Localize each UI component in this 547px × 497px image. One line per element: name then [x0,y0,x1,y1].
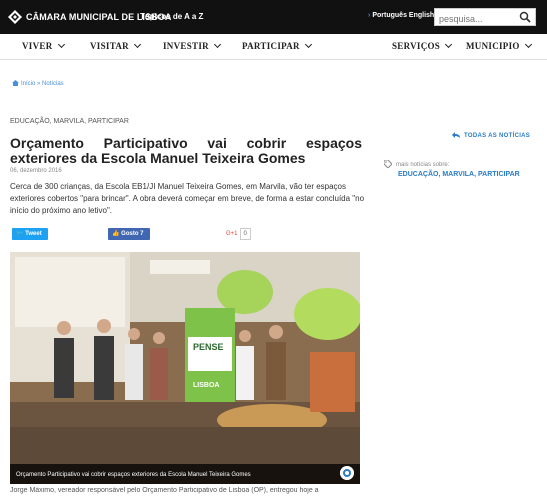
article-lead: Cerca de 300 crianças, da Escola EB1/JI … [10,182,365,215]
nav-item-visitar[interactable]: VISITAR [90,40,141,51]
photo-banner-sub: LISBOA [193,382,219,389]
search-box [434,8,536,27]
lisbon-logo-icon[interactable] [8,10,22,24]
photo-caption: Orçamento Participativo vai cobrir espaç… [16,472,251,478]
google-plus-button[interactable]: G+1 0 [226,228,251,240]
photo-banner-text: PENSE [193,342,224,352]
sidebar-categories-links[interactable]: EDUCAÇÃO, MARVILA, PARTICIPAR [398,171,520,178]
article-title: Orçamento Participativo vai cobrir espaç… [10,135,362,166]
chevron-down-icon [304,40,312,49]
more-news-label: mais notícias sobre: [384,160,449,168]
more-news-text: mais notícias sobre: [396,162,450,168]
nav-item-label: VIVER [22,41,53,51]
nav-item-participar[interactable]: PARTICIPAR [242,40,312,51]
search-input[interactable] [435,11,511,27]
nav-item-investir[interactable]: INVESTIR [163,40,221,51]
gplus-label: G+1 [226,231,238,237]
chevron-down-icon [57,40,65,49]
all-news-link[interactable]: TODAS AS NOTÍCIAS [452,132,530,139]
nav-item-viver[interactable]: VIVER [22,40,65,51]
nav-item-municipio[interactable]: MUNICIPIO [466,40,532,51]
chevron-down-icon [213,40,221,49]
nav-item-label: SERVIÇOS [392,41,441,51]
topics-a-z-link[interactable]: Tópicos de A a Z [140,12,203,21]
home-icon [12,80,19,86]
article-categories[interactable]: EDUCAÇÃO, MARVILA, PARTICIPAR [10,118,129,125]
all-news-label: TODAS AS NOTÍCIAS [464,133,531,139]
article-date: 06, dezembro 2016 [10,168,62,174]
gplus-count: 0 [239,228,251,240]
chevron-down-icon [524,40,532,49]
breadcrumb[interactable]: Início » Notícias [12,80,64,87]
nav-item-servicos[interactable]: SERVIÇOS [392,40,453,51]
language-switcher[interactable]: › Português English [368,12,434,19]
tweet-button[interactable]: 🐦 Tweet [12,228,48,240]
thumbs-up-icon: 👍 [112,231,120,237]
nav-item-label: PARTICIPAR [242,41,300,51]
article-body-start: Jorge Máximo, vereador responsável pelo … [10,487,319,494]
tag-icon [384,160,392,168]
facebook-like-button[interactable]: 👍 Gosto 7 [108,228,150,240]
article-photo[interactable]: PENSE LISBOA Orçamento Participativo vai… [10,252,360,484]
breadcrumb-text: Início » Notícias [21,81,64,87]
nav-item-label: INVESTIR [163,41,209,51]
tweet-label: Tweet [25,231,42,237]
search-icon[interactable] [519,11,531,23]
photo-illustration: PENSE LISBOA [10,252,360,484]
twitter-icon: 🐦 [16,231,24,237]
main-navigation: VIVER VISITAR INVESTIR PARTICIPAR SERVIÇ… [0,34,547,60]
nav-item-label: VISITAR [90,41,129,51]
chevron-down-icon [445,40,453,49]
like-label: Gosto 7 [121,231,144,237]
top-bar: CÂMARA MUNICIPAL DE LISBOA Tópicos de A … [0,0,547,34]
chevron-down-icon [133,40,141,49]
language-links[interactable]: Português English [372,12,434,19]
camera-icon[interactable] [340,466,354,480]
reply-arrow-icon [452,132,460,138]
nav-item-label: MUNICIPIO [466,41,520,51]
arrow-right-icon: › [368,12,371,19]
